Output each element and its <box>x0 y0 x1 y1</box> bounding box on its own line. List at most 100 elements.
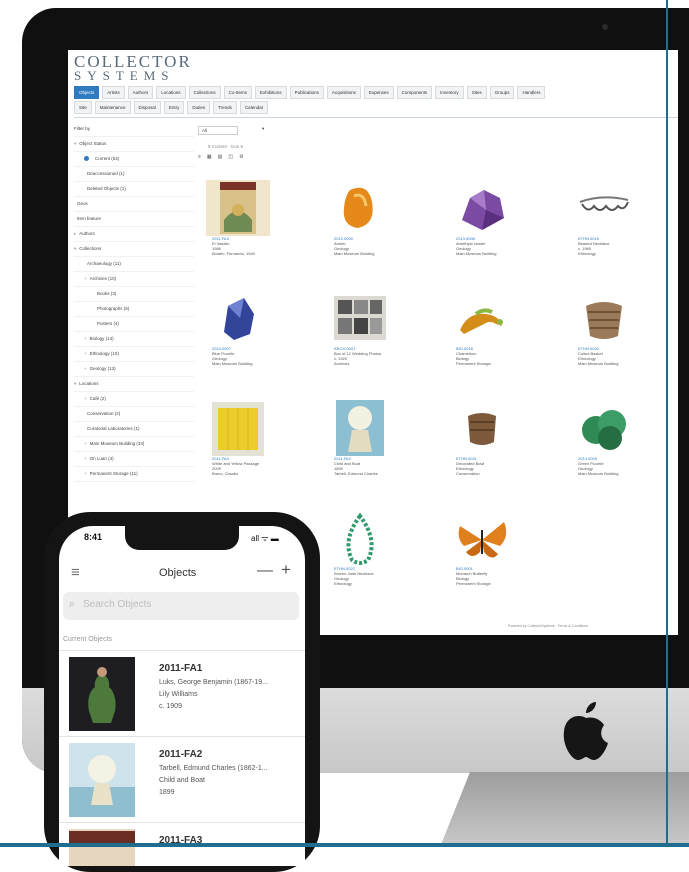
object-thumbnail <box>69 743 135 817</box>
object-card[interactable]: ETHN.0015 Beaded Necklace c. 1960 Ethnology <box>564 174 676 284</box>
chevron-down-icon: ▾ <box>262 126 265 131</box>
map-view-icon[interactable]: ◫ <box>228 154 233 164</box>
footer-note: Powered by CollectorSystems · Terms & Co… <box>508 624 589 628</box>
sidebar-item[interactable]: Photographs (6) <box>74 302 194 317</box>
expand-toggle-icon[interactable]: + <box>84 471 87 476</box>
nav-tab-expenses[interactable]: Expenses <box>363 86 394 99</box>
nav-tab-objects[interactable]: Objects <box>74 86 100 99</box>
nav-tab-entry[interactable]: Entry <box>163 101 185 114</box>
object-thumbnail <box>346 512 374 565</box>
object-location: Bolaño, Fernando, 1940 <box>212 251 255 256</box>
sidebar-item[interactable]: + Biology (14) <box>74 332 194 347</box>
sidebar-item-label: Photographs (6) <box>97 306 130 311</box>
nav-tab-authors[interactable]: Authors <box>127 86 154 99</box>
nav-tab-artists[interactable]: Artists <box>102 86 125 99</box>
nav-tab-collections[interactable]: Collections <box>188 86 221 99</box>
object-card[interactable]: ARCH.0001 Box of 12 Wedding Photos c. 1920… <box>320 284 432 394</box>
sidebar-item[interactable]: Curatorial Laboratories (1) <box>74 422 194 437</box>
nav-tab-components[interactable]: Components <box>396 86 433 99</box>
nav-tab-handlers[interactable]: Handlers <box>517 86 546 99</box>
list-item[interactable]: 2011-FA2 Tarbell, Edmund Charles (1862-1… <box>59 736 305 822</box>
object-card[interactable]: ETHN.0020 Coiled Basket Ethnology Main Muse… <box>564 284 676 394</box>
sidebar-item[interactable]: + Café (2) <box>74 392 194 407</box>
object-card[interactable]: 2013.0008 Amethyst cluster Geology Main Mus… <box>442 174 554 284</box>
object-card[interactable]: 2014.0007 Blue Fluorite Geology Main Museum… <box>198 284 310 394</box>
sidebar-item[interactable]: ▾ Locations <box>74 377 194 392</box>
sidebar-item[interactable]: Geos <box>74 197 194 212</box>
expand-toggle-icon[interactable]: + <box>84 366 87 371</box>
object-card[interactable]: ETHN.0021 Decorated Bowl Ethnology Conserva… <box>442 394 554 504</box>
expand-toggle-icon[interactable]: ▸ <box>74 231 76 236</box>
list-item[interactable]: 2011-FA3 <box>59 822 305 866</box>
grid-view-icon[interactable]: ▦ <box>207 154 212 164</box>
add-icon[interactable]: + <box>281 560 291 580</box>
object-card[interactable]: 2012.0005 Amber Geology Main Museum Buildin… <box>320 174 432 284</box>
nav-tab-maintenance[interactable]: Maintenance <box>94 101 131 114</box>
sidebar-item[interactable]: + Geology (13) <box>74 362 194 377</box>
expand-toggle-icon[interactable]: + <box>84 351 87 356</box>
list-view-icon[interactable]: ≡ <box>198 154 201 164</box>
minus-icon[interactable]: — <box>257 562 273 580</box>
object-card[interactable]: 2011.FA4 White and Yellow Passage 2009 Brav… <box>198 394 310 504</box>
tile-view-icon[interactable]: ▤ <box>218 154 223 164</box>
object-location: Conservation <box>456 471 480 476</box>
item-artist: Luks, George Benjamin (1867-19... <box>159 679 268 686</box>
nav-tab-disposal[interactable]: Disposal <box>133 101 161 114</box>
object-card[interactable]: 2014.0009 Green Fluorite Geology Main Museu… <box>564 394 676 504</box>
expand-toggle-icon[interactable]: ▾ <box>74 246 76 251</box>
object-card[interactable]: BIO.0001 Monarch Butterfly Biology Permanen… <box>442 504 554 614</box>
object-card[interactable]: 2011.FA3 El Vasallo 1986 Bolaño, Fernando, … <box>198 174 310 284</box>
filter-select[interactable]: All <box>198 126 239 135</box>
nav-tab-co-items[interactable]: Co-Items <box>223 86 252 99</box>
nav-tab-publications[interactable]: Publications <box>289 86 324 99</box>
nav-tab-locations[interactable]: Locations <box>156 86 186 99</box>
object-card[interactable]: ETHN.0022 Woven Jade Necklace Geology Ethno… <box>320 504 432 614</box>
expand-toggle-icon[interactable]: ▾ <box>74 381 76 386</box>
menu-icon[interactable]: ≡ <box>71 564 80 581</box>
sidebar-item[interactable]: ▸ Authors <box>74 227 194 242</box>
search-field[interactable]: ⌕ Search Objects <box>63 592 299 620</box>
sidebar-item[interactable]: Current (54) <box>74 152 194 167</box>
nav-tab-acquisitions[interactable]: Acquisitions <box>326 86 361 99</box>
sidebar-item[interactable]: + Main Museum Building (34) <box>74 437 194 452</box>
expand-toggle-icon[interactable]: + <box>84 396 87 401</box>
nav-tab-inventory[interactable]: Inventory <box>435 86 464 99</box>
sidebar-item[interactable]: ▾ Collections <box>74 242 194 257</box>
filter-label: Filter by <box>74 122 194 137</box>
item-id: 2011-FA1 <box>159 663 203 674</box>
expand-toggle-icon[interactable]: + <box>84 456 87 461</box>
sidebar-item[interactable]: + Permanent Storage (11) <box>74 467 194 482</box>
expand-toggle-icon[interactable]: + <box>84 336 87 341</box>
object-thumbnail <box>579 196 629 211</box>
object-thumbnail <box>206 180 270 236</box>
page-right-rule <box>666 0 668 847</box>
nav-tab-calendar[interactable]: Calendar <box>239 101 269 114</box>
sidebar-item[interactable]: ▾ Object Status <box>74 137 194 152</box>
object-card[interactable]: 2011.FA2 Child and Boat 1899 Tarbell, Edmun… <box>320 394 432 504</box>
nav-tab-trends[interactable]: Trends <box>213 101 237 114</box>
sidebar-item[interactable]: Item feature <box>74 212 194 227</box>
sidebar-item[interactable]: Posters (4) <box>74 317 194 332</box>
sidebar-item[interactable]: Deleted Objects (1) <box>74 182 194 197</box>
sidebar-item[interactable]: Archaeology (11) <box>74 257 194 272</box>
sidebar-item[interactable]: Deaccessioned (1) <box>74 167 194 182</box>
settings-icon[interactable]: ⚙ <box>239 154 243 164</box>
nav-tab-exhibitions[interactable]: Exhibitions <box>254 86 287 99</box>
object-location: Permanent Storage <box>456 361 491 366</box>
sidebar-item[interactable]: Books (3) <box>74 287 194 302</box>
sidebar-item[interactable]: + Archives (10) <box>74 272 194 287</box>
list-item[interactable]: 2011-FA1 Luks, George Benjamin (1867-19.… <box>59 650 305 736</box>
nav-tab-sites[interactable]: Sites <box>466 86 487 99</box>
page-title: Objects <box>159 567 197 579</box>
sidebar-item[interactable]: + On Loan (4) <box>74 452 194 467</box>
expand-toggle-icon[interactable]: ▾ <box>74 141 76 146</box>
object-card[interactable]: BIO.0018 Chameleon Biology Permanent Storag… <box>442 284 554 394</box>
object-location: Main Museum Building <box>578 361 619 366</box>
nav-tab-groups[interactable]: Groups <box>489 86 515 99</box>
expand-toggle-icon[interactable]: + <box>84 441 87 446</box>
sidebar-item[interactable]: Conservation (2) <box>74 407 194 422</box>
nav-tab-duties[interactable]: Duties <box>187 101 211 114</box>
nav-tab-site[interactable]: Site <box>74 101 92 114</box>
expand-toggle-icon[interactable]: + <box>84 276 87 281</box>
sidebar-item[interactable]: + Ethnology (10) <box>74 347 194 362</box>
